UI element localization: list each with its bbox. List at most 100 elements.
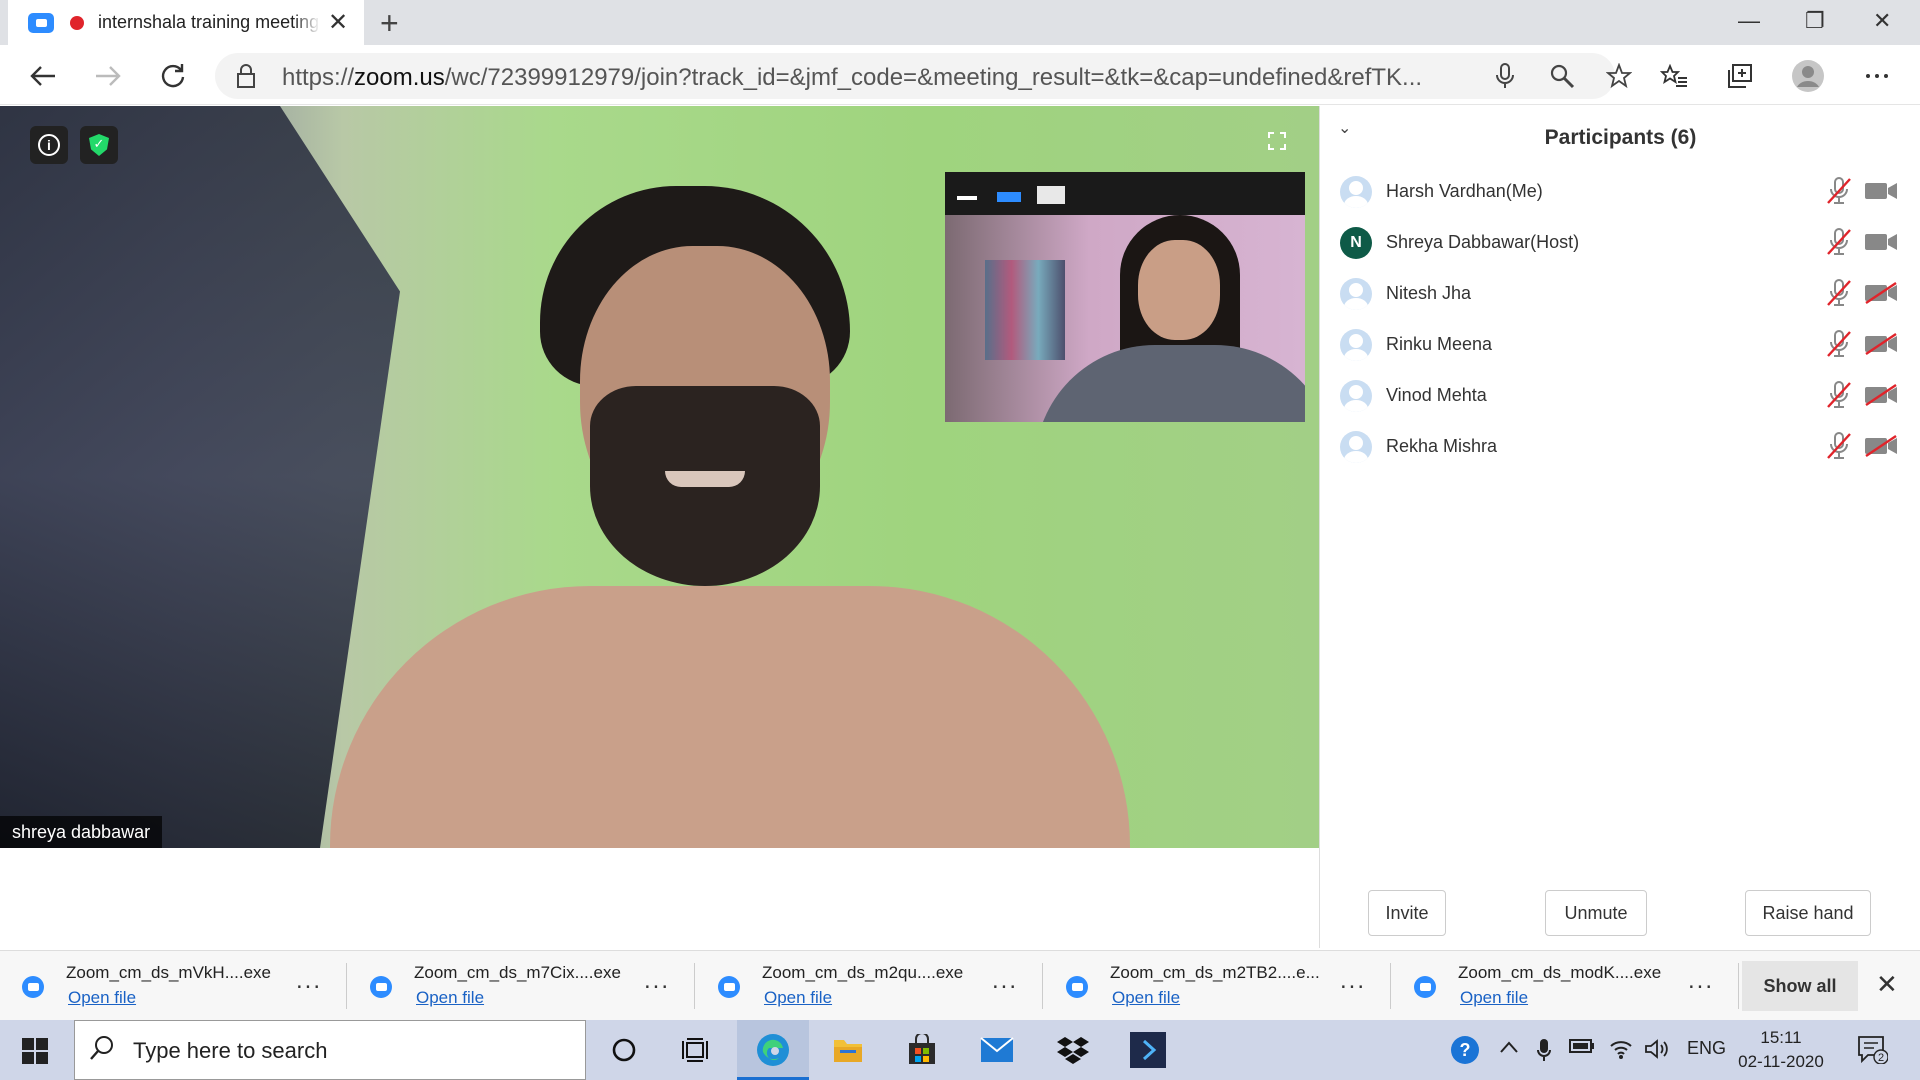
download-more-icon[interactable]: ... [296,967,322,995]
favorites-icon[interactable] [1657,59,1691,93]
tab-close-icon[interactable]: ✕ [328,8,348,37]
window-close-icon[interactable]: ✕ [1873,8,1891,34]
encryption-shield-button[interactable]: ✓ [80,126,118,164]
battery-icon[interactable] [1569,1038,1595,1059]
more-options-icon[interactable] [1860,59,1894,93]
enlarge-video-icon[interactable] [1037,186,1065,204]
muted-microphone-icon[interactable] [1825,329,1853,359]
recording-indicator-icon [70,15,84,30]
forward-arrow-icon[interactable] [91,59,125,93]
download-item[interactable]: Zoom_cm_ds_modK....exe Open file... [1392,963,1740,1011]
microsoft-store-icon[interactable] [902,1030,942,1070]
participants-title: Participants (6) [1544,126,1697,149]
volume-icon[interactable] [1644,1038,1670,1065]
microphone-icon[interactable] [1488,59,1522,93]
participant-row[interactable]: Nitesh Jha [1320,268,1920,319]
open-file-link[interactable]: Open file [416,988,484,1008]
task-view-icon[interactable] [675,1030,715,1070]
profile-avatar-icon[interactable] [1791,59,1825,93]
cortana-icon[interactable] [604,1030,644,1070]
minimize-icon[interactable]: — [1738,8,1760,34]
muted-microphone-icon[interactable] [1825,278,1853,308]
video-camera-icon[interactable] [1864,180,1898,202]
invite-button[interactable]: Invite [1368,890,1446,936]
muted-microphone-icon[interactable] [1825,227,1853,257]
show-all-button[interactable]: Show all [1742,961,1858,1011]
favorite-star-icon[interactable] [1602,59,1636,93]
lock-icon[interactable] [229,59,263,93]
open-file-link[interactable]: Open file [1460,988,1528,1008]
address-bar[interactable]: https://zoom.us/wc/72399912979/join?trac… [215,53,1632,99]
participant-row[interactable]: Rinku Meena [1320,319,1920,370]
refresh-icon[interactable] [156,59,190,93]
language-indicator[interactable]: ENG [1687,1038,1726,1059]
chevron-up-icon[interactable] [1499,1038,1519,1059]
new-tab-button[interactable]: + [380,5,399,42]
download-more-icon[interactable]: ... [1688,967,1714,995]
download-item[interactable]: Zoom_cm_ds_m2qu....exe Open file... [696,963,1044,1011]
divider [346,963,347,1009]
participants-actions: Invite Unmute Raise hand [1320,890,1920,936]
download-more-icon[interactable]: ... [1340,967,1366,995]
file-explorer-icon[interactable] [828,1030,868,1070]
participant-row[interactable]: Harsh Vardhan(Me) [1320,166,1920,217]
visual-studio-icon[interactable] [1128,1030,1168,1070]
download-filename: Zoom_cm_ds_m2qu....exe [762,963,964,982]
minimize-video-icon[interactable] [957,196,977,200]
shrink-video-icon[interactable] [997,192,1021,202]
url-text: https://zoom.us/wc/72399912979/join?trac… [282,64,1423,91]
participant-row[interactable]: Vinod Mehta [1320,370,1920,421]
participant-list: Harsh Vardhan(Me) N Shreya Dabbawar(Host) N… [1320,166,1920,472]
microphone-tray-icon[interactable] [1537,1038,1551,1067]
browser-tab[interactable]: internshala training meeting ✕ [8,0,364,45]
mail-icon[interactable] [977,1030,1017,1070]
video-camera-icon[interactable] [1864,231,1898,253]
video-off-icon[interactable] [1864,333,1898,355]
windows-start-icon[interactable] [22,1038,48,1064]
back-arrow-icon[interactable] [26,59,60,93]
svg-text:?: ? [1460,1040,1471,1060]
download-filename: Zoom_cm_ds_m2TB2....e... [1110,963,1320,982]
avatar [1340,430,1372,463]
meeting-info-button[interactable]: i [30,126,68,164]
edge-browser-icon[interactable] [753,1030,793,1070]
download-filename: Zoom_cm_ds_mVkH....exe [66,963,272,982]
download-item[interactable]: Zoom_cm_ds_m7Cix....exe Open file... [348,963,696,1011]
help-icon[interactable]: ? [1445,1030,1485,1070]
download-item[interactable]: Zoom_cm_ds_mVkH....exe Open file... [0,963,348,1011]
open-file-link[interactable]: Open file [68,988,136,1008]
fullscreen-icon[interactable] [1268,132,1290,154]
open-file-link[interactable]: Open file [764,988,832,1008]
raise-hand-button[interactable]: Raise hand [1745,890,1871,936]
avatar [1340,328,1372,361]
participant-name: Shreya Dabbawar(Host) [1386,232,1580,252]
tab-title: internshala training meeting [98,12,320,32]
notification-center-icon[interactable]: 2 [1858,1036,1889,1065]
restore-icon[interactable]: ❐ [1805,8,1825,34]
download-item[interactable]: Zoom_cm_ds_m2TB2....e... Open file... [1044,963,1392,1011]
muted-microphone-icon[interactable] [1825,431,1853,461]
participant-name: Rekha Mishra [1386,436,1498,456]
muted-microphone-icon[interactable] [1825,176,1853,206]
download-more-icon[interactable]: ... [644,967,670,995]
muted-microphone-icon[interactable] [1825,380,1853,410]
participant-row[interactable]: Rekha Mishra [1320,421,1920,472]
taskbar-search[interactable]: Type here to search [74,1020,586,1080]
dropbox-icon[interactable] [1053,1030,1093,1070]
close-downloads-icon[interactable]: ✕ [1876,969,1898,1000]
participant-row[interactable]: N Shreya Dabbawar(Host) [1320,217,1920,268]
video-off-icon[interactable] [1864,282,1898,304]
unmute-button[interactable]: Unmute [1545,890,1647,936]
taskbar-clock[interactable]: 15:11 02-11-2020 [1736,1026,1826,1074]
avatar [1340,379,1372,412]
collections-icon[interactable] [1723,59,1757,93]
zoom-file-icon [1066,976,1088,998]
open-file-link[interactable]: Open file [1112,988,1180,1008]
self-view-toolbar [945,172,1305,215]
wifi-icon[interactable] [1609,1038,1633,1065]
video-off-icon[interactable] [1864,435,1898,457]
download-more-icon[interactable]: ... [992,967,1018,995]
video-off-icon[interactable] [1864,384,1898,406]
zoom-search-icon[interactable] [1545,59,1579,93]
self-view-video[interactable] [945,172,1305,422]
